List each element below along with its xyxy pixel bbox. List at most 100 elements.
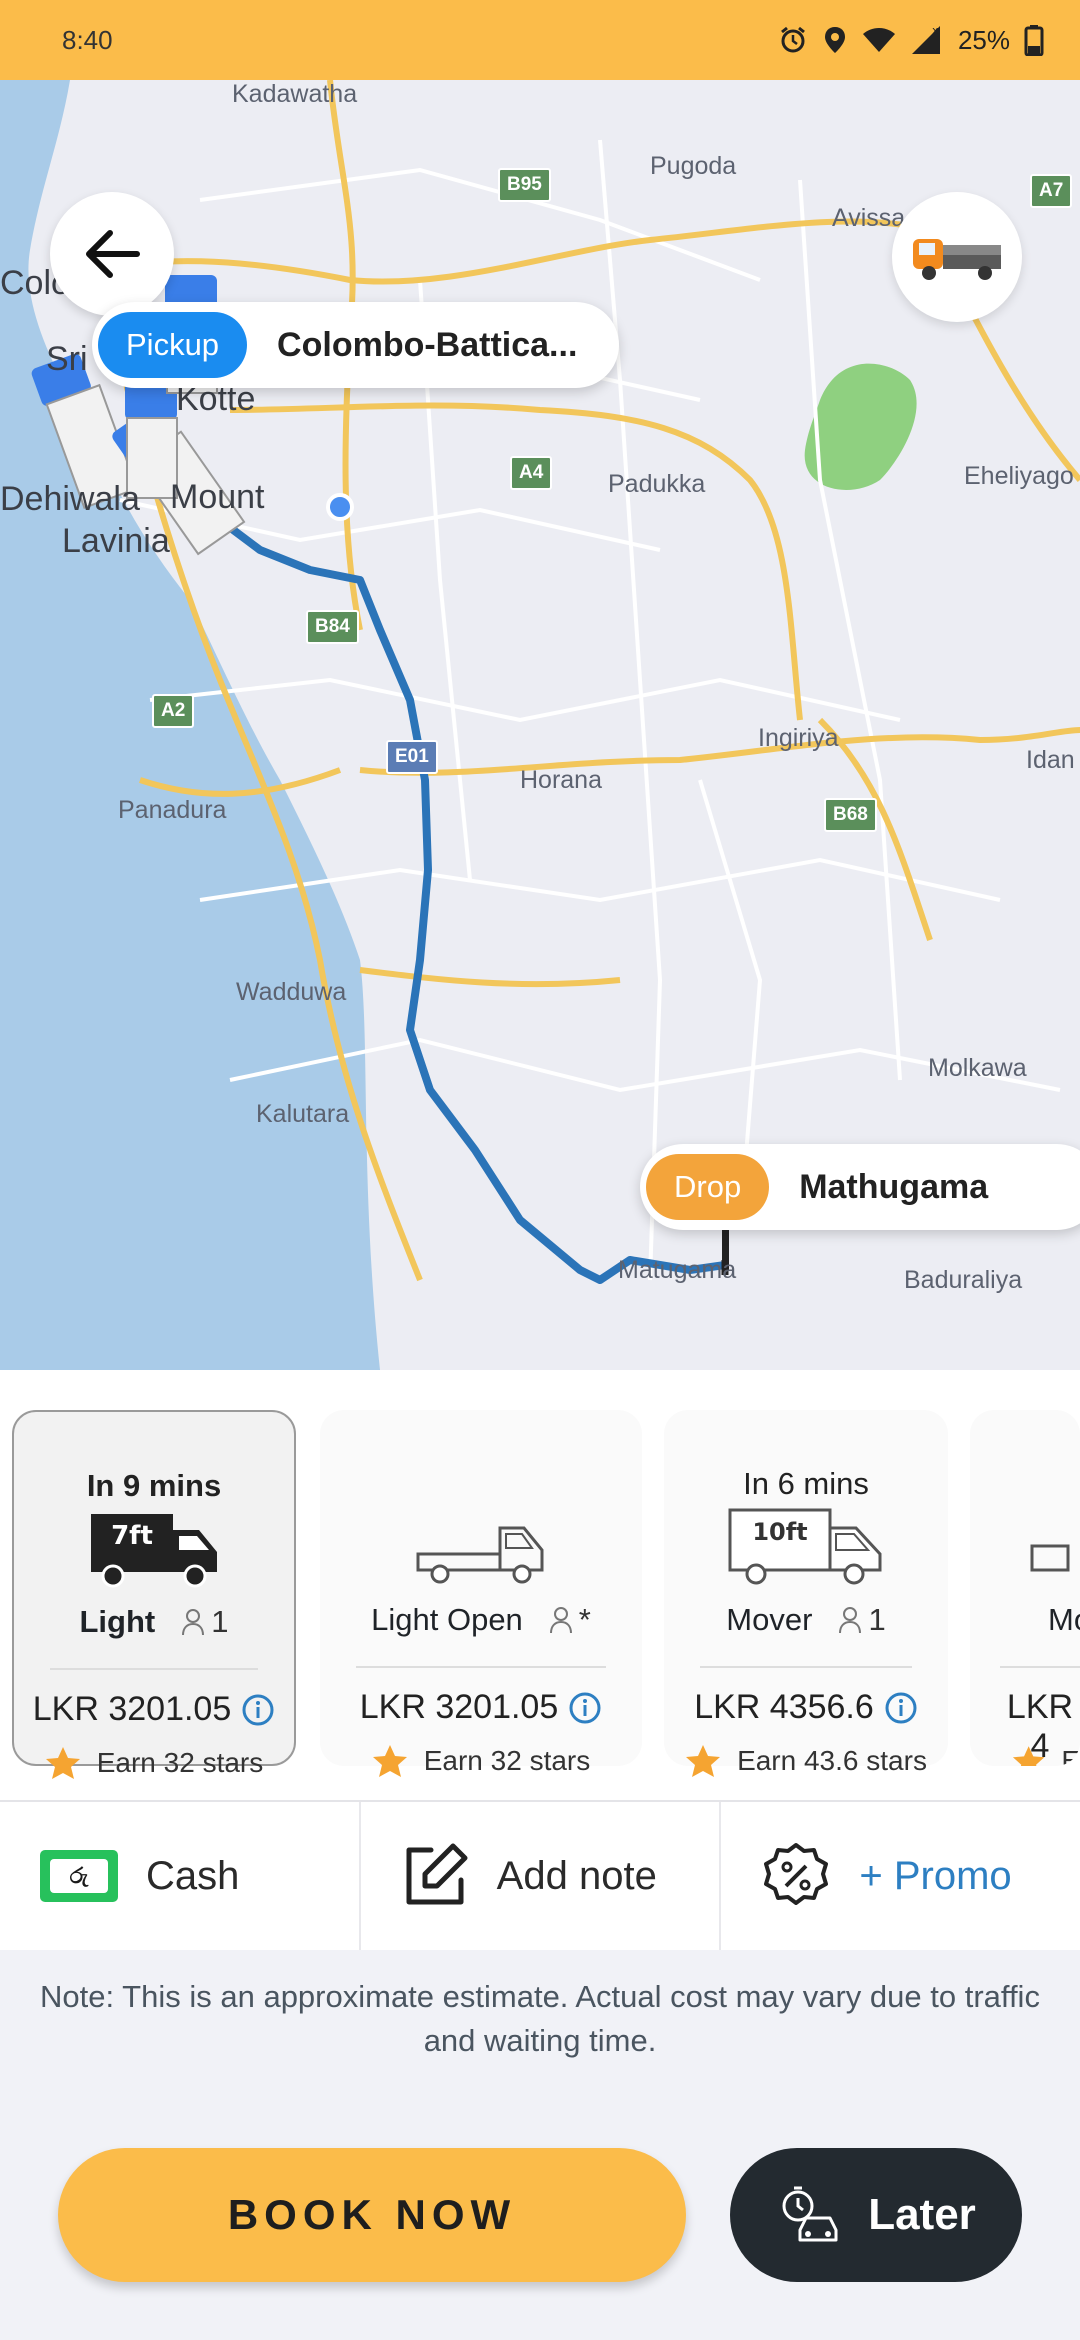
seat-count: * — [549, 1602, 591, 1638]
status-icons: x 25% — [778, 24, 1044, 56]
road-shield-a2: A2 — [152, 694, 195, 728]
discount-badge-icon — [764, 1843, 829, 1905]
map-label-matugama: Matugama — [618, 1256, 737, 1284]
pickup-location: Colombo-Battica... — [277, 325, 578, 364]
wifi-icon — [862, 28, 895, 52]
truck-icon — [1030, 1544, 1070, 1572]
box-truck-icon: 10ft — [728, 1508, 882, 1585]
vehicle-card-light[interactable]: In 9 mins 7ft Light 1 LKR 3201.05 Earn 3… — [12, 1410, 296, 1779]
vehicle-options[interactable]: In 9 mins 7ft Light 1 LKR 3201.05 Earn 3… — [0, 1370, 1080, 1800]
vehicle-name: Mover — [726, 1602, 813, 1637]
info-icon[interactable] — [241, 1693, 275, 1727]
seat-count: 1 — [181, 1604, 229, 1640]
person-icon — [549, 1607, 572, 1634]
map-label-wadduwa: Wadduwa — [236, 978, 347, 1006]
map-view[interactable]: Kadawatha Colombo Sri Kotte Dehiwala Mou… — [0, 80, 1080, 1370]
svg-text:x: x — [932, 24, 939, 37]
person-icon — [839, 1607, 862, 1634]
add-note-label: Add note — [496, 1853, 657, 1898]
stars-earned: Earn 32 stars — [96, 1747, 264, 1778]
location-icon — [824, 27, 845, 53]
closed-truck-icon: 7ft — [91, 1514, 217, 1588]
vehicle-eta: In 6 mins — [743, 1466, 869, 1501]
map-label-lavinia: Lavinia — [62, 522, 170, 560]
map-label-molkawa: Molkawa — [928, 1054, 1027, 1082]
drop-tag: Drop — [646, 1154, 770, 1220]
book-now-button[interactable]: BOOK NOW — [58, 2148, 686, 2282]
stars-earned: E — [1061, 1745, 1080, 1766]
status-time: 8:40 — [62, 24, 113, 55]
map-label-pugoda: Pugoda — [650, 152, 737, 180]
drop-location: Mathugama — [799, 1167, 989, 1206]
signal-icon: x — [911, 24, 940, 54]
map-label-kalutara: Kalutara — [256, 1100, 350, 1128]
vehicle-card-partial[interactable]: Mo LKR 4 E — [970, 1410, 1080, 1766]
stars-earned: Earn 43.6 stars — [737, 1745, 927, 1776]
payment-method-button[interactable]: රු Cash — [0, 1802, 361, 1950]
star-icon — [686, 1745, 721, 1777]
card-divider — [50, 1668, 258, 1670]
payment-actions: රු Cash Add note + Promo — [0, 1800, 1080, 1950]
map-label-eheliyago: Eheliyago — [964, 462, 1074, 490]
battery-percent: 25% — [957, 24, 1010, 55]
star-icon — [45, 1747, 80, 1779]
vehicle-price: LKR 4356.6 — [694, 1688, 874, 1726]
promo-button[interactable]: + Promo — [721, 1802, 1080, 1950]
star-icon — [372, 1745, 407, 1777]
vehicle-name: Light Open — [371, 1602, 523, 1637]
road-shield-b84: B84 — [306, 610, 359, 644]
alarm-icon — [781, 26, 805, 53]
drop-chip[interactable]: Drop Mathugama — [640, 1144, 1080, 1230]
vehicle-price: LKR 3201.05 — [32, 1690, 232, 1728]
vehicle-name: Mo — [1048, 1602, 1080, 1637]
person-icon — [182, 1609, 205, 1636]
vehicle-size-label: 10ft — [752, 1518, 807, 1546]
road-shield-b95: B95 — [498, 168, 551, 202]
road-shield-a7: A7 — [1030, 174, 1073, 208]
info-icon[interactable] — [568, 1691, 602, 1725]
map-label-panadura: Panadura — [118, 796, 227, 824]
stars-earned: Earn 32 stars — [423, 1745, 591, 1776]
truck-icon — [913, 239, 1001, 280]
vehicle-name: Light — [79, 1604, 156, 1639]
map-label-padukka: Padukka — [608, 470, 706, 498]
road-shield-b68: B68 — [824, 798, 877, 832]
payment-method-label: Cash — [146, 1853, 240, 1898]
battery-icon — [1024, 25, 1044, 56]
vehicle-card-mover[interactable]: In 6 mins 10ft Mover 1 LKR 4356.6 Earn 4… — [664, 1410, 948, 1777]
road-shield-e01: E01 — [386, 740, 438, 774]
card-divider — [356, 1666, 606, 1668]
vehicle-type-button[interactable] — [892, 192, 1022, 322]
back-button[interactable] — [50, 192, 174, 316]
vehicle-price: LKR 3201.05 — [359, 1688, 559, 1726]
star-icon — [1012, 1746, 1045, 1766]
scheduled-ride-icon — [782, 2186, 838, 2242]
map-label-mount: Mount — [170, 478, 265, 516]
road-shield-a4: A4 — [510, 456, 553, 490]
cash-icon: රු — [40, 1850, 118, 1902]
pickup-tag: Pickup — [98, 312, 248, 378]
map-label-sri: Sri — [46, 340, 88, 378]
card-divider — [700, 1666, 912, 1668]
arrow-left-icon — [86, 230, 140, 278]
map-label-kadawatha: Kadawatha — [232, 80, 358, 108]
map-label-ingiriya: Ingiriya — [758, 724, 839, 752]
promo-label: + Promo — [859, 1853, 1012, 1898]
schedule-later-button[interactable]: Later — [730, 2148, 1022, 2282]
map-label-avissa: Avissa — [832, 204, 906, 232]
vehicle-eta: In 9 mins — [86, 1468, 222, 1503]
seat-count: 1 — [838, 1602, 886, 1638]
info-icon[interactable] — [884, 1691, 918, 1725]
estimate-disclaimer: Note: This is an approximate estimate. A… — [40, 1979, 1040, 2058]
open-truck-icon — [416, 1526, 544, 1584]
map-label-baduraliya: Baduraliya — [904, 1266, 1023, 1294]
map-label-dehiwala: Dehiwala — [0, 480, 140, 518]
status-bar: 8:40 x 25% — [0, 0, 1080, 80]
add-note-button[interactable]: Add note — [361, 1802, 722, 1950]
booking-sheet: In 9 mins 7ft Light 1 LKR 3201.05 Earn 3… — [0, 1370, 1080, 2340]
edit-note-icon — [406, 1843, 468, 1905]
map-label-horana: Horana — [520, 766, 602, 794]
vehicle-card-light-open[interactable]: Light Open * LKR 3201.05 Earn 32 stars — [320, 1410, 642, 1777]
pickup-chip[interactable]: Pickup Colombo-Battica... — [92, 302, 620, 388]
card-divider — [1000, 1666, 1080, 1668]
